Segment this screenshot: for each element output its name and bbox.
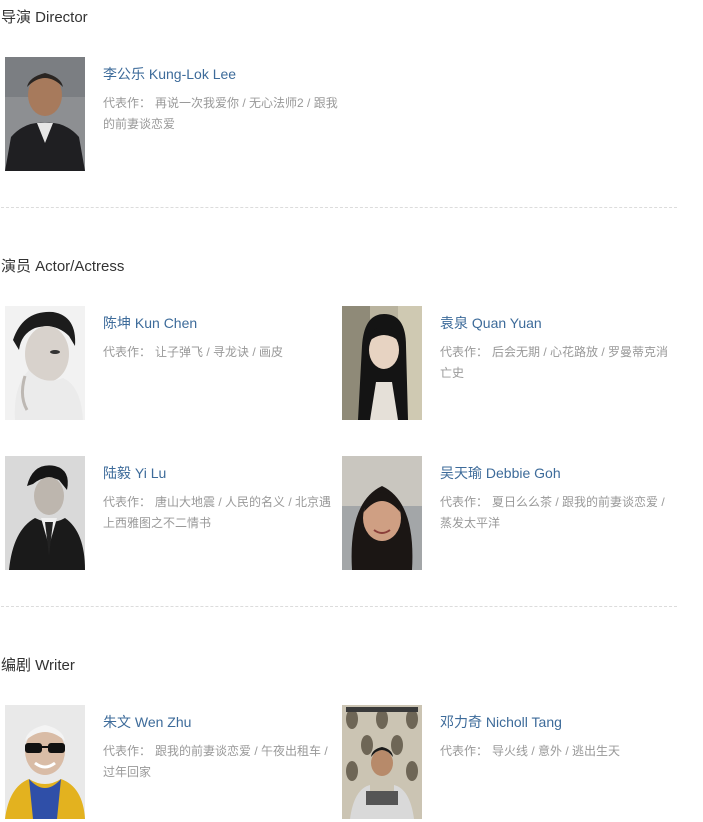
person-name-link[interactable]: 朱文 Wen Zhu bbox=[103, 712, 191, 732]
actors-section-title: 演员 Actor/Actress bbox=[1, 258, 125, 275]
director-section-title: 导演 Director bbox=[1, 9, 88, 26]
representative-works: 代表作： 跟我的前妻谈恋爱 / 午夜出租车 / 过年回家 bbox=[103, 741, 340, 783]
representative-works: 代表作： 夏日么么茶 / 跟我的前妻谈恋爱 / 蒸发太平洋 bbox=[440, 492, 677, 534]
person-name-link[interactable]: 袁泉 Quan Yuan bbox=[440, 313, 542, 333]
person-photo-goh[interactable] bbox=[342, 456, 422, 570]
portrait-image bbox=[342, 306, 422, 420]
person-name-link[interactable]: 邓力奇 Nicholl Tang bbox=[440, 712, 562, 732]
works-label: 代表作： bbox=[103, 96, 152, 110]
person-card-yuan: 袁泉 Quan Yuan 代表作： 后会无期 / 心花路放 / 罗曼蒂克消亡史 bbox=[342, 306, 677, 422]
person-name-link[interactable]: 李公乐 Kung-Lok Lee bbox=[103, 64, 236, 84]
portrait-image bbox=[5, 456, 85, 570]
person-photo-chen[interactable] bbox=[5, 306, 85, 420]
works-label: 代表作： bbox=[103, 495, 152, 509]
representative-works: 代表作： 唐山大地震 / 人民的名义 / 北京遇上西雅图之不二情书 bbox=[103, 492, 340, 534]
writers-section-title: 编剧 Writer bbox=[1, 657, 75, 674]
person-photo-zhu[interactable] bbox=[5, 705, 85, 819]
person-card-tang: 邓力奇 Nicholl Tang 代表作： 导火线 / 意外 / 逃出生天 bbox=[342, 705, 677, 821]
section-divider bbox=[1, 207, 677, 208]
person-card-lu: 陆毅 Yi Lu 代表作： 唐山大地震 / 人民的名义 / 北京遇上西雅图之不二情… bbox=[5, 456, 340, 572]
person-photo-yuan[interactable] bbox=[342, 306, 422, 420]
person-name-link[interactable]: 吴天瑜 Debbie Goh bbox=[440, 463, 561, 483]
person-card-goh: 吴天瑜 Debbie Goh 代表作： 夏日么么茶 / 跟我的前妻谈恋爱 / 蒸发… bbox=[342, 456, 677, 572]
works-label: 代表作： bbox=[440, 744, 489, 758]
person-card-lee: 李公乐 Kung-Lok Lee 代表作： 再说一次我爱你 / 无心法师2 / 跟… bbox=[5, 57, 340, 173]
works-label: 代表作： bbox=[440, 345, 489, 359]
person-card-chen: 陈坤 Kun Chen 代表作： 让子弹飞 / 寻龙诀 / 画皮 bbox=[5, 306, 340, 422]
person-photo-tang[interactable] bbox=[342, 705, 422, 819]
representative-works: 代表作： 后会无期 / 心花路放 / 罗曼蒂克消亡史 bbox=[440, 342, 677, 384]
person-card-zhu: 朱文 Wen Zhu 代表作： 跟我的前妻谈恋爱 / 午夜出租车 / 过年回家 bbox=[5, 705, 340, 821]
works-label: 代表作： bbox=[440, 495, 489, 509]
person-photo-lee[interactable] bbox=[5, 57, 85, 171]
works-label: 代表作： bbox=[103, 345, 152, 359]
portrait-image bbox=[5, 705, 85, 819]
person-name-link[interactable]: 陈坤 Kun Chen bbox=[103, 313, 197, 333]
portrait-image bbox=[5, 57, 85, 171]
portrait-image bbox=[342, 705, 422, 819]
person-name-link[interactable]: 陆毅 Yi Lu bbox=[103, 463, 166, 483]
section-divider bbox=[1, 606, 677, 607]
representative-works: 代表作： 让子弹飞 / 寻龙诀 / 画皮 bbox=[103, 342, 340, 363]
representative-works: 代表作： 再说一次我爱你 / 无心法师2 / 跟我的前妻谈恋爱 bbox=[103, 93, 340, 135]
works-list: 导火线 / 意外 / 逃出生天 bbox=[492, 744, 621, 758]
portrait-image bbox=[5, 306, 85, 420]
works-label: 代表作： bbox=[103, 744, 152, 758]
representative-works: 代表作： 导火线 / 意外 / 逃出生天 bbox=[440, 741, 677, 762]
person-photo-lu[interactable] bbox=[5, 456, 85, 570]
portrait-image bbox=[342, 456, 422, 570]
works-list: 让子弹飞 / 寻龙诀 / 画皮 bbox=[155, 345, 284, 359]
